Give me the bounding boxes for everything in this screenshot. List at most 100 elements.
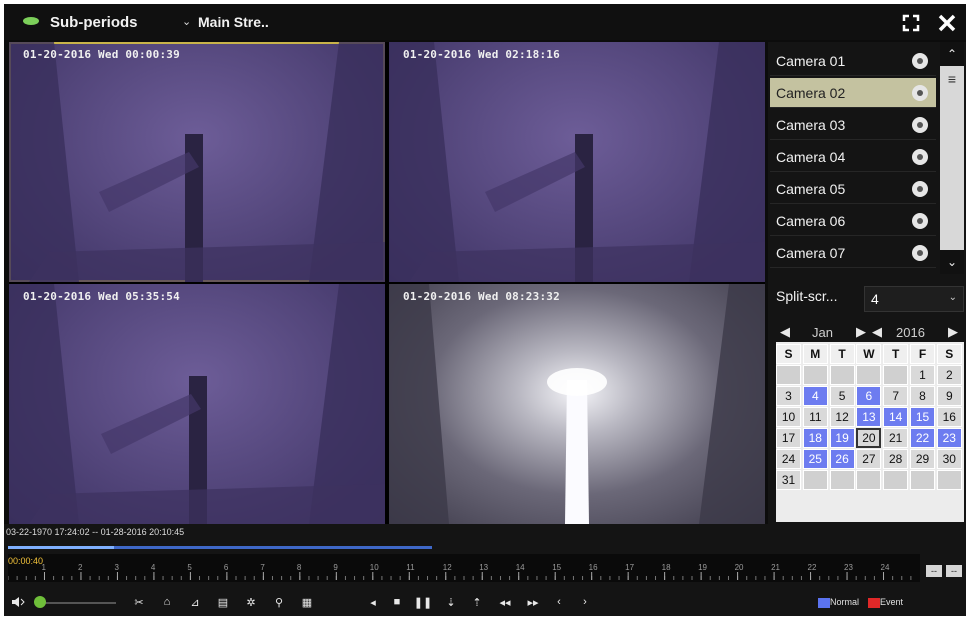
forward-30s-button[interactable]: ▸▸ bbox=[524, 594, 542, 610]
video-channel-3[interactable]: 01-20-2016 Wed 05:35:54 bbox=[9, 284, 385, 524]
camera-scene bbox=[389, 284, 765, 524]
camera-list-item[interactable]: Camera 05 bbox=[770, 174, 936, 204]
channel-osd-timestamp: 01-20-2016 Wed 00:00:39 bbox=[23, 48, 180, 61]
calendar-day[interactable]: 9 bbox=[936, 386, 962, 406]
next-month-icon[interactable]: ▶ bbox=[856, 324, 866, 340]
camera-list-item[interactable]: Camera 02 bbox=[770, 78, 936, 108]
top-toolbar: Sub-periods ⌄ Main Stre.. bbox=[4, 4, 966, 40]
manage-tags-button[interactable]: ▤ bbox=[214, 594, 232, 610]
calendar-day[interactable]: 19 bbox=[829, 428, 855, 448]
calendar-day[interactable]: 26 bbox=[829, 449, 855, 469]
calendar-day[interactable]: 14 bbox=[883, 407, 909, 427]
camera-view-icon[interactable] bbox=[912, 117, 928, 133]
scroll-down-button[interactable]: ⌄ bbox=[940, 250, 964, 274]
clip-button[interactable]: ✂ bbox=[130, 594, 148, 610]
calendar-day[interactable]: 13 bbox=[856, 407, 882, 427]
add-tag-button[interactable]: ⌂ bbox=[158, 594, 176, 610]
fullscreen-icon bbox=[902, 14, 920, 32]
timeline-zoom-in-button[interactable]: -- bbox=[926, 565, 942, 577]
smart-button[interactable]: ✲ bbox=[242, 594, 260, 610]
volume-slider-track[interactable] bbox=[36, 602, 116, 604]
file-management-button[interactable]: ▦ bbox=[298, 594, 316, 610]
calendar-day[interactable]: 15 bbox=[910, 407, 935, 427]
camera-view-icon[interactable] bbox=[912, 85, 928, 101]
digital-zoom-button[interactable]: ⚲ bbox=[270, 594, 288, 610]
camera-view-icon[interactable] bbox=[912, 245, 928, 261]
next-day-button[interactable]: › bbox=[578, 594, 592, 610]
stream-dropdown-chevron-icon[interactable]: ⌄ bbox=[182, 15, 191, 28]
calendar: ◀ Jan ▶ ◀ 2016 ▶ S M T W T F S 1 2 3 4 5 6 7 8 9 10 11 12 1… bbox=[776, 322, 964, 522]
stream-select[interactable]: Main Stre.. bbox=[198, 14, 269, 30]
calendar-day[interactable]: 1 bbox=[910, 365, 935, 385]
calendar-year: 2016 bbox=[896, 325, 925, 340]
calendar-day[interactable]: 28 bbox=[883, 449, 909, 469]
calendar-day[interactable]: 4 bbox=[802, 386, 828, 406]
event-legend-swatch bbox=[868, 598, 880, 608]
calendar-day[interactable]: 7 bbox=[883, 386, 909, 406]
fast-forward-button[interactable]: ⇡ bbox=[470, 594, 484, 610]
calendar-day[interactable]: 30 bbox=[936, 449, 962, 469]
timeline-zoom-out-button[interactable]: -- bbox=[946, 565, 962, 577]
calendar-day[interactable]: 23 bbox=[936, 428, 962, 448]
forward-30s-icon: ▸▸ bbox=[527, 596, 539, 609]
calendar-day[interactable]: 16 bbox=[936, 407, 962, 427]
calendar-day[interactable]: 17 bbox=[776, 428, 801, 448]
close-button[interactable] bbox=[934, 10, 960, 36]
pause-button[interactable]: ❚❚ bbox=[414, 594, 432, 610]
timeline-hour-label: 18 bbox=[662, 563, 671, 572]
timeline-hour-label: 15 bbox=[552, 563, 561, 572]
video-channel-2[interactable]: 01-20-2016 Wed 02:18:16 bbox=[389, 42, 765, 282]
calendar-day[interactable]: 11 bbox=[802, 407, 828, 427]
camera-list-item[interactable]: Camera 06 bbox=[770, 206, 936, 236]
calendar-day[interactable]: 8 bbox=[910, 386, 935, 406]
camera-list-item[interactable]: Camera 01 bbox=[770, 46, 936, 76]
timeline-ruler[interactable]: 1 2 3 4 5 6 7 8 9 10 11 12 13 14 15 16 17 18 19 20 21 22 23 24 bbox=[8, 554, 920, 582]
split-screen-select[interactable]: 4 ⌄ bbox=[864, 286, 964, 312]
custom-tag-icon: ⊿ bbox=[190, 596, 200, 609]
calendar-day[interactable]: 10 bbox=[776, 407, 801, 427]
calendar-day[interactable]: 22 bbox=[910, 428, 935, 448]
volume-button[interactable] bbox=[8, 594, 28, 610]
calendar-weekday: T bbox=[883, 344, 909, 364]
camera-list-item[interactable]: Camera 07 bbox=[770, 238, 936, 268]
camera-list-scrollbar[interactable]: ⌃ ≡ ⌄ bbox=[940, 42, 964, 274]
video-channel-1[interactable]: 01-20-2016 Wed 00:00:39 bbox=[9, 42, 385, 282]
camera-view-icon[interactable] bbox=[912, 149, 928, 165]
sub-periods-label[interactable]: Sub-periods bbox=[50, 14, 138, 31]
scroll-up-button[interactable]: ⌃ bbox=[940, 42, 964, 66]
calendar-day[interactable]: 2 bbox=[936, 365, 962, 385]
calendar-day[interactable]: 25 bbox=[802, 449, 828, 469]
camera-list-item[interactable]: Camera 04 bbox=[770, 142, 936, 172]
volume-slider-knob[interactable] bbox=[34, 596, 46, 608]
calendar-day[interactable]: 6 bbox=[856, 386, 882, 406]
prev-year-icon[interactable]: ◀ bbox=[872, 324, 882, 340]
calendar-day[interactable]: 12 bbox=[829, 407, 855, 427]
calendar-day[interactable]: 3 bbox=[776, 386, 801, 406]
calendar-day[interactable]: 20 bbox=[856, 428, 882, 448]
calendar-day[interactable]: 24 bbox=[776, 449, 801, 469]
calendar-day[interactable]: 18 bbox=[802, 428, 828, 448]
reverse-play-button[interactable]: ◂ bbox=[366, 594, 380, 610]
calendar-day[interactable]: 31 bbox=[776, 470, 801, 490]
calendar-day[interactable]: 27 bbox=[856, 449, 882, 469]
fast-icon: ⇡ bbox=[472, 596, 482, 609]
video-channel-4[interactable]: 01-20-2016 Wed 08:23:32 bbox=[389, 284, 765, 524]
stop-button[interactable]: ■ bbox=[390, 594, 404, 610]
camera-view-icon[interactable] bbox=[912, 213, 928, 229]
custom-tag-button[interactable]: ⊿ bbox=[186, 594, 204, 610]
calendar-day[interactable]: 21 bbox=[883, 428, 909, 448]
calendar-day[interactable]: 5 bbox=[829, 386, 855, 406]
slow-forward-button[interactable]: ⇣ bbox=[444, 594, 458, 610]
camera-view-icon[interactable] bbox=[912, 53, 928, 69]
camera-view-icon[interactable] bbox=[912, 181, 928, 197]
rewind-30s-button[interactable]: ◂◂ bbox=[496, 594, 514, 610]
next-year-icon[interactable]: ▶ bbox=[948, 324, 958, 340]
timeline-bar: 03-22-1970 17:24:02 -- 01-28-2016 20:10:… bbox=[4, 524, 966, 616]
calendar-day[interactable]: 29 bbox=[910, 449, 935, 469]
current-time: 00:00:40 bbox=[8, 556, 44, 566]
scroll-thumb-icon[interactable]: ≡ bbox=[943, 70, 961, 88]
prev-month-icon[interactable]: ◀ bbox=[780, 324, 790, 340]
camera-list-item[interactable]: Camera 03 bbox=[770, 110, 936, 140]
previous-day-button[interactable]: ‹ bbox=[552, 594, 566, 610]
fullscreen-button[interactable] bbox=[898, 10, 924, 36]
